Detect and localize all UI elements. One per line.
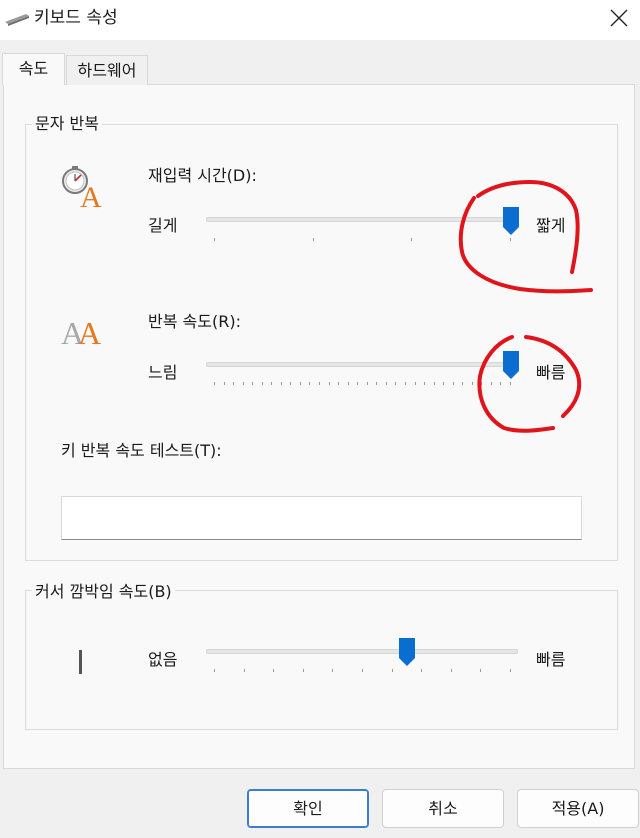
- slider-tick: [404, 382, 406, 385]
- tab-hardware[interactable]: 하드웨어: [66, 55, 148, 85]
- slider-tick: [462, 382, 464, 385]
- slider-tick: [395, 382, 397, 385]
- slider-tick: [312, 238, 314, 241]
- slider-tick: [309, 382, 311, 385]
- slider-tick: [290, 382, 292, 385]
- slider-tick: [433, 382, 435, 385]
- apply-button[interactable]: 적용(A): [517, 789, 639, 828]
- cursor-blink-slider-thumb[interactable]: [399, 638, 416, 666]
- repeat-rate-max-label: 빠름: [536, 363, 566, 382]
- slider-tick: [233, 382, 235, 385]
- slider-tick: [471, 382, 473, 385]
- close-icon: [610, 9, 628, 27]
- repeat-rate-slider-thumb[interactable]: [503, 351, 519, 379]
- slider-tick: [252, 382, 254, 385]
- ok-button[interactable]: 확인: [247, 789, 369, 828]
- slider-tick: [424, 382, 426, 385]
- repeat-rate-slider-track[interactable]: [206, 362, 518, 367]
- window-title: 키보드 속성: [34, 8, 118, 28]
- svg-text:A: A: [78, 315, 101, 349]
- slider-tick: [376, 382, 378, 385]
- cancel-button[interactable]: 취소: [382, 789, 504, 828]
- slider-tick: [421, 669, 423, 672]
- slider-tick: [214, 382, 215, 385]
- slider-tick: [366, 382, 368, 385]
- slider-tick: [319, 382, 321, 385]
- repeat-rate-min-label: 느림: [148, 363, 178, 382]
- slider-tick: [223, 382, 225, 385]
- repeat-delay-ticks: [214, 238, 511, 244]
- slider-tick: [362, 669, 363, 672]
- stopwatch-a-icon: A: [62, 166, 102, 209]
- slider-tick: [510, 669, 511, 672]
- repeat-delay-slider-thumb[interactable]: [503, 207, 519, 235]
- character-repeat-legend: 문자 반복: [32, 114, 102, 134]
- cursor-blink-slider-track[interactable]: [206, 649, 518, 654]
- keyboard-icon: [5, 14, 29, 26]
- slider-tick: [280, 382, 282, 385]
- slider-tick: [385, 382, 387, 385]
- slider-tick: [391, 669, 393, 672]
- slider-tick: [214, 238, 215, 241]
- slider-tick: [302, 669, 304, 672]
- slider-tick: [261, 382, 263, 385]
- cursor-blink-min-label: 없음: [148, 650, 178, 669]
- slider-tick: [271, 382, 273, 385]
- slider-tick: [338, 382, 340, 385]
- repeat-test-input[interactable]: [61, 496, 582, 540]
- cursor-icon: [79, 650, 82, 674]
- slider-tick: [347, 382, 349, 385]
- slider-tick: [328, 382, 330, 385]
- repeat-rate-label: 반복 속도(R):: [148, 312, 241, 331]
- slider-tick: [481, 382, 483, 385]
- slider-tick: [242, 382, 244, 385]
- repeat-delay-max-label: 짧게: [536, 216, 566, 235]
- slider-tick: [443, 382, 445, 385]
- slider-tick: [510, 238, 511, 241]
- slider-tick: [450, 669, 452, 672]
- cursor-blink-legend: 커서 깜박임 속도(B): [32, 582, 175, 602]
- double-a-icon: A A: [61, 315, 101, 349]
- slider-tick: [490, 382, 492, 385]
- slider-tick: [214, 669, 215, 672]
- slider-tick: [299, 382, 301, 385]
- slider-tick: [411, 238, 413, 241]
- repeat-test-label: 키 반복 속도 테스트(T):: [61, 441, 222, 460]
- slider-tick: [510, 382, 511, 385]
- tab-speed[interactable]: 속도: [2, 53, 65, 85]
- close-button[interactable]: [600, 2, 638, 36]
- slider-tick: [332, 669, 334, 672]
- slider-tick: [357, 382, 359, 385]
- slider-tick: [273, 669, 275, 672]
- repeat-delay-slider-track[interactable]: [206, 217, 518, 222]
- svg-text:A: A: [80, 181, 102, 209]
- repeat-delay-min-label: 길게: [148, 216, 178, 235]
- slider-tick: [480, 669, 482, 672]
- cursor-blink-max-label: 빠름: [536, 650, 566, 669]
- slider-tick: [243, 669, 245, 672]
- cursor-blink-ticks: [214, 669, 511, 675]
- repeat-delay-label: 재입력 시간(D):: [148, 166, 257, 185]
- slider-tick: [500, 382, 502, 385]
- slider-tick: [452, 382, 454, 385]
- repeat-rate-ticks: [214, 382, 511, 388]
- slider-tick: [414, 382, 416, 385]
- cursor-blink-group: [25, 590, 618, 730]
